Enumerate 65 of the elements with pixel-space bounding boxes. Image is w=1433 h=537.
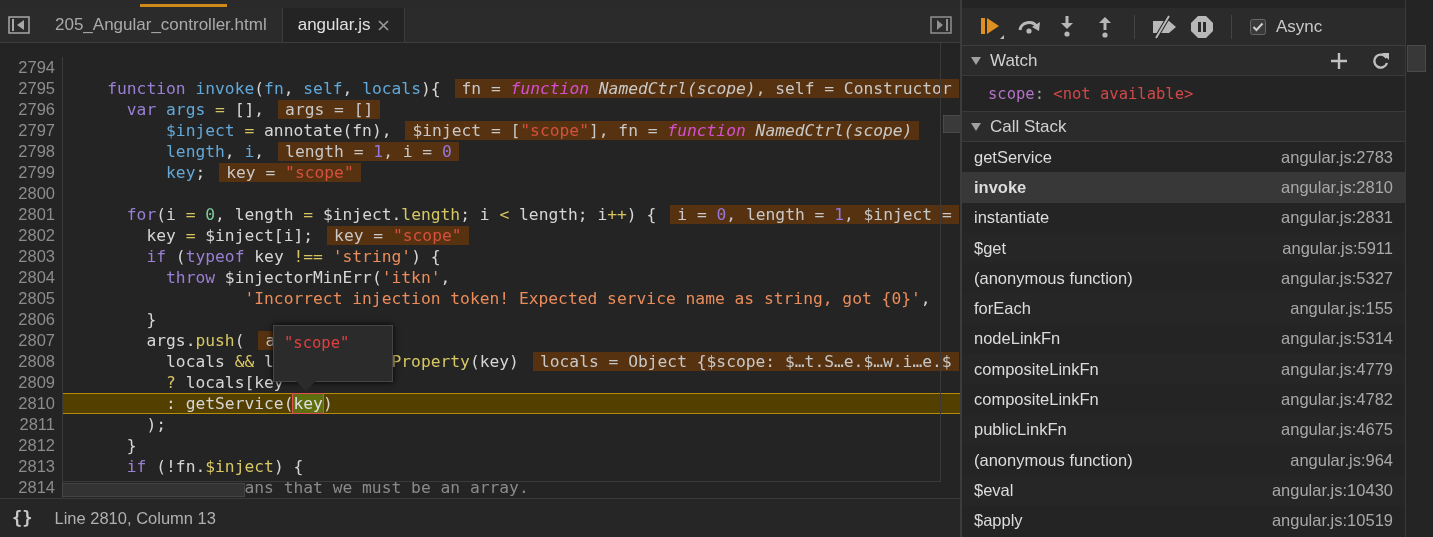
file-tab[interactable]: angular.js — [281, 8, 406, 42]
line-number: 2805 — [0, 288, 63, 309]
line-number: 2808 — [0, 351, 63, 372]
code-text: throw $injectorMinErr('itkn', — [165, 268, 451, 287]
tooltip-pointer-icon — [296, 381, 316, 391]
code-text: } — [145, 310, 157, 329]
expanded-triangle-icon[interactable] — [970, 121, 982, 132]
pause-on-exceptions-icon[interactable] — [1190, 14, 1214, 39]
call-stack-frame[interactable]: invoke angular.js:2810 — [962, 172, 1405, 203]
line-number: 2812 — [0, 435, 63, 456]
line-number: 2799 — [0, 162, 63, 183]
line-number: 2813 — [0, 456, 63, 477]
inline-value: locals = Object {$scope: $…t.S…e.$…w.i…e.$ — [532, 352, 959, 371]
code-text: 'Incorrect injection token! Expected service name as string, got {0}', — [243, 289, 931, 308]
line-number: 2811 — [0, 414, 63, 435]
line-number: 2803 — [0, 246, 63, 267]
sidebar-toggle-icon[interactable] — [930, 16, 952, 34]
code-text: function invoke(fn, self, locals){ — [106, 79, 441, 98]
line-number: 2796 — [0, 99, 63, 120]
inline-value: key = "scope" — [327, 226, 469, 245]
code-text: } — [125, 436, 137, 455]
file-tab[interactable]: 205_Angular_controller.html — [40, 8, 282, 42]
inline-value: $inject = ["scope"], fn = function NamedCtrl(scope) — [405, 121, 920, 140]
code-text: length, i, — [165, 142, 265, 161]
code-text: if (typeof key !== 'string') { — [145, 247, 441, 266]
code-text: args.push( — [145, 331, 245, 350]
code-text: key; — [165, 163, 206, 182]
close-icon[interactable] — [378, 19, 390, 31]
inline-value: fn = function NamedCtrl(scope), self = Constructor — [454, 79, 959, 98]
line-number: 2806 — [0, 309, 63, 330]
refresh-icon[interactable] — [1371, 50, 1391, 71]
code-text: var args = [], — [125, 100, 265, 119]
code-text: key = $inject[i]; — [145, 226, 314, 245]
line-number: 2809 — [0, 372, 63, 393]
async-checkbox[interactable] — [1250, 18, 1266, 35]
inline-value: i = 0, length = 1, $inject = — [670, 205, 959, 224]
code-text: for(i = 0, length = $inject.length; i < length; i++) { — [125, 205, 657, 224]
line-number: 2797 — [0, 120, 63, 141]
code-text: ); — [145, 415, 167, 434]
line-number: 2804 — [0, 267, 63, 288]
line-number: 2802 — [0, 225, 63, 246]
async-label: Async — [1276, 16, 1323, 37]
inline-value: key = "scope" — [219, 163, 361, 182]
cursor-position: Line 2810, Column 13 — [54, 508, 216, 528]
code-text: $inject = annotate(fn), — [165, 121, 392, 140]
add-icon[interactable] — [1329, 50, 1349, 71]
line-number: 2801 — [0, 204, 63, 225]
line-number: 2794 — [0, 57, 63, 78]
step-out-icon[interactable] — [1097, 14, 1113, 39]
line-number: 2795 — [0, 78, 63, 99]
step-into-icon[interactable] — [1059, 14, 1075, 39]
navigator-toggle-icon[interactable] — [8, 16, 30, 34]
code-text: if (!fn.$inject) { — [125, 457, 304, 476]
line-number: 2800 — [0, 183, 63, 204]
code-text: : getService(key) — [165, 394, 333, 413]
expanded-triangle-icon[interactable] — [970, 55, 982, 66]
deactivate-breakpoints-icon[interactable] — [1150, 14, 1178, 39]
line-number: 2798 — [0, 141, 63, 162]
inline-value: length = 1, i = 0 — [278, 142, 459, 161]
code-text: ans that we must be an array. — [243, 478, 529, 497]
value-tooltip: "scope" — [273, 325, 393, 382]
line-number: 2807 — [0, 330, 63, 351]
scrollbar[interactable] — [1405, 0, 1426, 537]
inline-value: args = [] — [278, 100, 381, 119]
pretty-print-button[interactable]: {} — [12, 508, 33, 528]
